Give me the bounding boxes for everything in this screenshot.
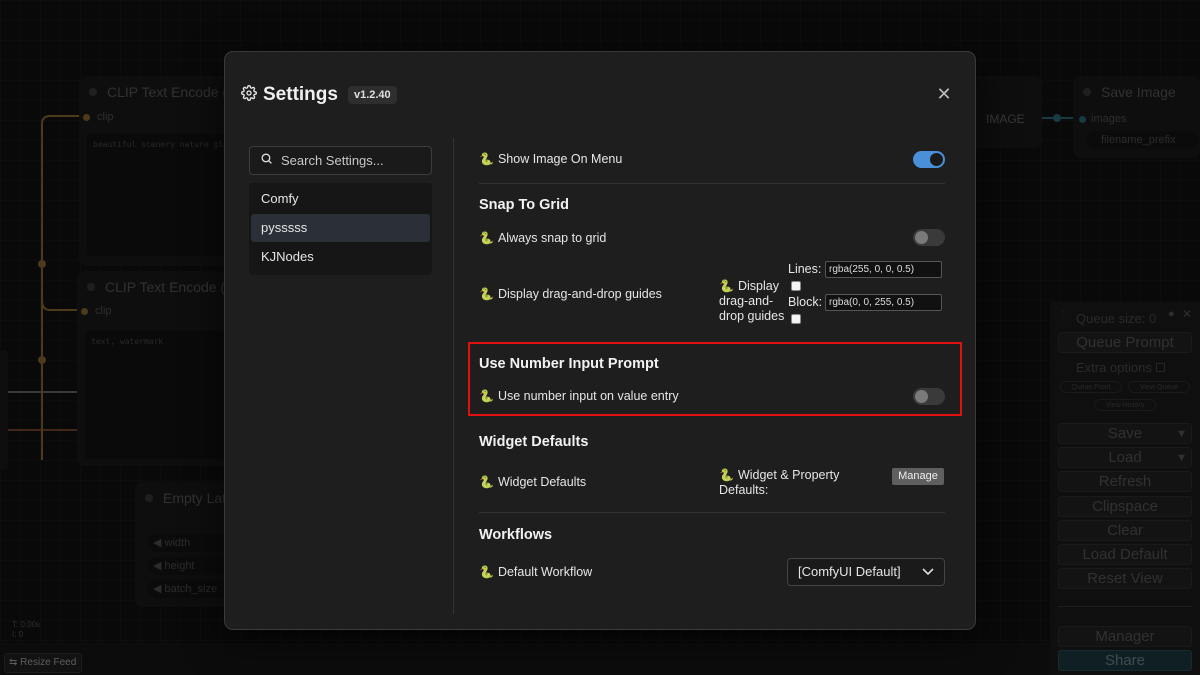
dialog-title: Settings — [263, 84, 338, 105]
setting-label: Display drag-and-drop guides — [497, 287, 662, 301]
lines-label: Lines: — [788, 262, 822, 276]
section-title-snap-to-grid: Snap To Grid — [479, 197, 569, 213]
widget-inner-text1: Widget & Property — [737, 468, 840, 482]
setting-label: Show Image On Menu — [497, 152, 623, 166]
python-icon: 🐍 — [479, 565, 494, 579]
close-icon[interactable]: ✕ — [936, 85, 952, 103]
guides-lines-checkbox[interactable] — [791, 281, 801, 291]
guides-block-checkbox[interactable] — [791, 314, 801, 324]
python-icon: 🐍 — [479, 231, 494, 245]
block-label: Block: — [788, 295, 823, 309]
version-badge: v1.2.40 — [347, 86, 397, 104]
python-icon: 🐍 — [479, 152, 494, 166]
dialog-header: Settings v1.2.40 — [241, 84, 397, 106]
search-settings-field[interactable] — [249, 146, 432, 175]
guides-inner-line1: 🐍 Display — [719, 279, 784, 294]
category-list: Comfy pysssss KJNodes — [249, 183, 432, 275]
python-icon: 🐍 — [479, 475, 494, 489]
setting-show-image-on-menu: 🐍 Show Image On Menu — [479, 152, 622, 166]
chevron-down-icon — [922, 559, 934, 594]
python-icon: 🐍 — [479, 287, 494, 301]
setting-label: Widget Defaults — [497, 475, 587, 489]
setting-label: Default Workflow — [497, 565, 593, 579]
manage-button[interactable]: Manage — [892, 468, 944, 485]
search-input[interactable] — [281, 153, 421, 168]
widget-inner-line2: Defaults: — [719, 483, 769, 497]
toggle-knob — [930, 153, 943, 166]
python-icon: 🐍 — [719, 468, 734, 482]
category-item-comfy[interactable]: Comfy — [251, 185, 430, 213]
widget-defaults-inner-label: 🐍 Widget & Property Defaults: — [719, 468, 839, 498]
python-icon: 🐍 — [719, 279, 734, 293]
setting-label: Always snap to grid — [497, 231, 607, 245]
settings-dialog: Settings v1.2.40 ✕ Comfy pysssss KJNodes… — [224, 51, 976, 630]
panel-divider — [453, 138, 454, 614]
guides-inner-text1: Display — [737, 279, 779, 293]
toggle-knob — [915, 231, 928, 244]
block-color-input[interactable]: rgba(0, 0, 255, 0.5) — [825, 294, 942, 311]
setting-display-guides: 🐍 Display drag-and-drop guides — [479, 287, 662, 301]
section-divider — [479, 512, 945, 513]
guides-inner-line3: drop guides — [719, 309, 785, 323]
guides-inner-line2: drag-and- — [719, 294, 774, 308]
setting-always-snap: 🐍 Always snap to grid — [479, 231, 606, 245]
selected-value: [ComfyUI Default] — [798, 564, 901, 579]
lines-color-input[interactable]: rgba(255, 0, 0, 0.5) — [825, 261, 942, 278]
highlight-annotation — [468, 342, 962, 416]
section-title-widget-defaults: Widget Defaults — [479, 434, 589, 450]
setting-widget-defaults: 🐍 Widget Defaults — [479, 475, 586, 489]
guides-inner-label: 🐍 Display drag-and- drop guides — [719, 279, 784, 324]
category-item-kjnodes[interactable]: KJNodes — [251, 243, 430, 271]
section-divider — [479, 183, 945, 184]
show-image-on-menu-toggle[interactable] — [913, 151, 945, 168]
always-snap-toggle[interactable] — [913, 229, 945, 246]
default-workflow-select[interactable]: [ComfyUI Default] — [787, 558, 945, 586]
search-icon — [260, 152, 273, 170]
category-item-pysssss[interactable]: pysssss — [251, 214, 430, 242]
setting-default-workflow: 🐍 Default Workflow — [479, 565, 592, 579]
gear-icon — [241, 84, 257, 106]
section-title-workflows: Workflows — [479, 527, 553, 543]
widget-inner-line1: 🐍 Widget & Property — [719, 468, 839, 483]
